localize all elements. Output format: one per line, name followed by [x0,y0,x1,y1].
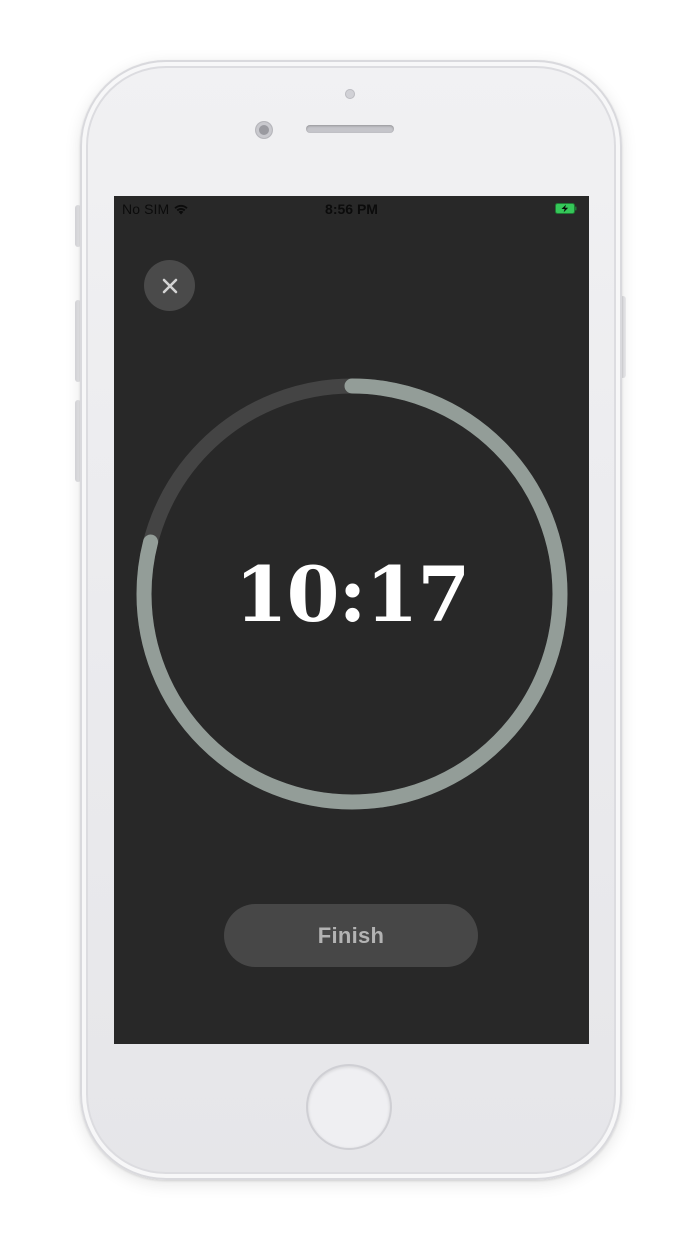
device-mockup: No SIM 8:56 PM 10:17 Finish [0,0,700,1244]
finish-button[interactable]: Finish [224,904,478,967]
status-time: 8:56 PM [325,201,378,217]
earpiece-speaker [306,125,394,133]
proximity-sensor [345,89,355,99]
battery-charging-icon [555,203,577,214]
screen: No SIM 8:56 PM 10:17 Finish [114,196,589,1044]
timer-display: 10:17 [234,549,471,639]
home-button[interactable] [308,1066,390,1148]
close-button[interactable] [144,260,195,311]
close-icon [162,278,177,293]
status-bar: No SIM 8:56 PM [114,196,589,222]
front-camera [256,122,272,138]
